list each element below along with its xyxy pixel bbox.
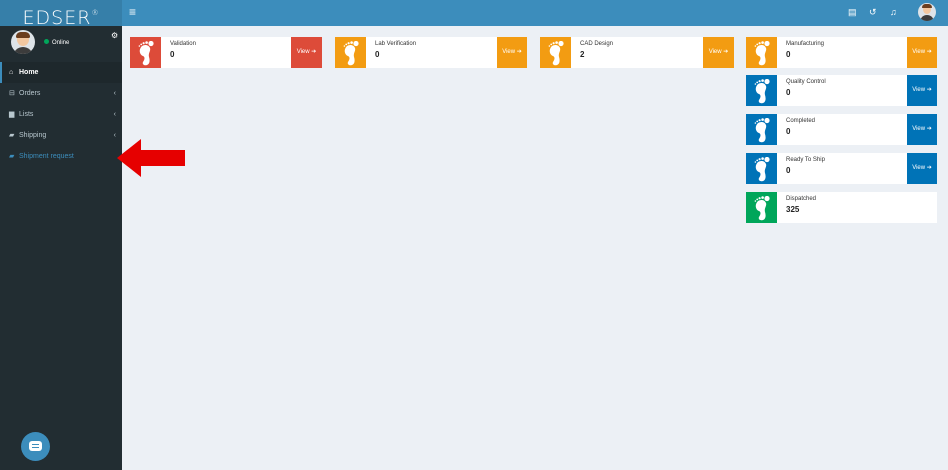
- completed-icon-tile: [746, 114, 777, 145]
- sidebar-item-orders[interactable]: ⊟ Orders ‹: [0, 83, 122, 104]
- online-status: Online: [44, 39, 69, 46]
- quality-icon-tile: [746, 75, 777, 106]
- sidebar-item-lists[interactable]: ▆ Lists ‹: [0, 104, 122, 125]
- sidebar-item-label: Shipping: [19, 132, 47, 139]
- history-icon[interactable]: ↺: [869, 7, 877, 18]
- lab-view-button[interactable]: View ➔: [497, 37, 527, 68]
- validation-box: Validation 0 View ➔: [130, 37, 322, 68]
- validation-view-button[interactable]: View ➔: [291, 37, 322, 68]
- validation-count: 0: [170, 50, 175, 59]
- sidebar-item-shipment-request[interactable]: ▰ Shipment request: [0, 146, 122, 167]
- chat-button[interactable]: [21, 432, 50, 461]
- ready-icon-tile: [746, 153, 777, 184]
- manufacturing-view-button[interactable]: View ➔: [907, 37, 937, 68]
- dispatched-count: 325: [786, 205, 800, 214]
- cad-label: CAD Design: [580, 41, 614, 47]
- lab-label: Lab Verification: [375, 41, 417, 47]
- menu-toggle-icon[interactable]: ≡: [129, 5, 136, 19]
- red-arrow-annotation: [117, 139, 185, 177]
- gear-icon[interactable]: ⚙: [111, 31, 118, 40]
- sidebar-item-label: Shipment request: [19, 153, 74, 160]
- quality-label: Quality Control: [786, 79, 826, 85]
- bell-icon[interactable]: ♫: [890, 7, 897, 17]
- truck-icon: ▰: [9, 153, 15, 160]
- home-icon: ⌂: [9, 69, 14, 76]
- footprint-icon: [754, 118, 770, 143]
- footprint-icon: [754, 196, 770, 221]
- avatar: [11, 30, 35, 54]
- footprint-icon: [754, 157, 770, 182]
- completed-count: 0: [786, 127, 791, 136]
- chevron-left-icon: ‹: [113, 111, 116, 118]
- cad-view-button[interactable]: View ➔: [703, 37, 734, 68]
- sidebar-item-home[interactable]: ⌂ Home: [0, 62, 122, 83]
- sidebar: Online ⚙ ⌂ Home ⊟ Orders ‹ ▆ Lists ‹ ▰ Shippin…: [0, 26, 122, 470]
- sidebar-item-label: Home: [19, 69, 39, 76]
- quality-control-box: Quality Control 0 View ➔: [746, 75, 937, 106]
- sidebar-item-label: Lists: [19, 111, 34, 118]
- footprint-icon: [754, 41, 770, 66]
- lab-count: 0: [375, 50, 380, 59]
- top-navbar: ≡ ▤ ↺ ♫: [122, 0, 948, 26]
- quality-count: 0: [786, 88, 791, 97]
- completed-label: Completed: [786, 118, 816, 124]
- footprint-icon: [343, 41, 359, 66]
- sidebar-item-shipping[interactable]: ▰ Shipping ‹: [0, 125, 122, 146]
- brand-logo[interactable]: EDSER®: [0, 0, 122, 29]
- footprint-icon: [548, 41, 564, 66]
- chevron-left-icon: ‹: [113, 90, 116, 97]
- chat-icon: [29, 441, 42, 451]
- validation-icon-tile: [130, 37, 161, 68]
- manufacturing-box: Manufacturing 0 View ➔: [746, 37, 937, 68]
- dispatched-label: Dispatched: [786, 196, 817, 202]
- truck-icon: ▰: [9, 132, 15, 139]
- ready-label: Ready To Ship: [786, 157, 825, 163]
- lab-verification-box: Lab Verification 0 View ➔: [335, 37, 527, 68]
- cad-design-box: CAD Design 2 View ➔: [540, 37, 734, 68]
- cad-icon-tile: [540, 37, 571, 68]
- footprint-icon: [754, 79, 770, 104]
- registered-mark: ®: [91, 9, 100, 17]
- file-icon: ▆: [9, 111, 15, 118]
- completed-box: Completed 0 View ➔: [746, 114, 937, 145]
- sidebar-item-label: Orders: [19, 90, 41, 97]
- cart-icon: ⊟: [9, 90, 15, 97]
- quality-view-button[interactable]: View ➔: [907, 75, 937, 106]
- manufacturing-label: Manufacturing: [786, 41, 825, 47]
- ready-view-button[interactable]: View ➔: [907, 153, 937, 184]
- clipboard-icon[interactable]: ▤: [848, 7, 857, 18]
- ready-to-ship-box: Ready To Ship 0 View ➔: [746, 153, 937, 184]
- user-panel: Online ⚙: [0, 26, 122, 62]
- user-avatar-menu[interactable]: [918, 3, 936, 21]
- manufacturing-count: 0: [786, 50, 791, 59]
- validation-label: Validation: [170, 41, 196, 47]
- chevron-left-icon: ‹: [113, 132, 116, 139]
- manufacturing-icon-tile: [746, 37, 777, 68]
- lab-icon-tile: [335, 37, 366, 68]
- completed-view-button[interactable]: View ➔: [907, 114, 937, 145]
- status-dot-icon: [44, 39, 49, 44]
- footprint-icon: [138, 41, 154, 66]
- dispatched-box: Dispatched 325: [746, 192, 937, 223]
- cad-count: 2: [580, 50, 585, 59]
- ready-count: 0: [786, 166, 791, 175]
- dispatched-icon-tile: [746, 192, 777, 223]
